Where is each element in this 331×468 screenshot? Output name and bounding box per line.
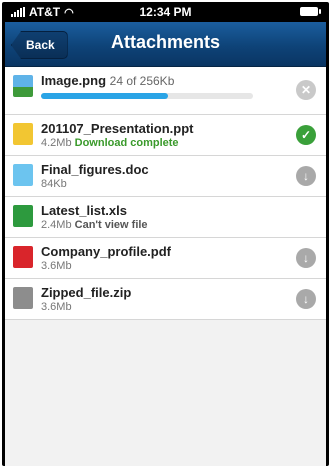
file-name: Image.png	[41, 73, 107, 88]
list-item[interactable]: Image.png 24 of 256Kb ✕	[5, 67, 326, 115]
zip-file-icon	[13, 287, 33, 309]
status-text: Download complete	[74, 137, 179, 149]
download-icon[interactable]: ↓	[296, 166, 316, 186]
battery-icon	[300, 7, 321, 16]
cancel-icon[interactable]: ✕	[296, 80, 316, 100]
file-name: Latest_list.xls	[41, 203, 127, 218]
pdf-file-icon	[13, 246, 33, 268]
download-progress-text: 24 of 256Kb	[109, 74, 175, 88]
checkmark-icon: ✓	[296, 125, 316, 145]
list-item[interactable]: Zipped_file.zip 3.6Mb ↓	[5, 279, 326, 320]
status-bar: AT&T ◠ 12:34 PM	[5, 2, 326, 22]
download-icon[interactable]: ↓	[296, 248, 316, 268]
navigation-bar: Back Attachments	[5, 22, 326, 67]
image-file-icon	[13, 75, 33, 97]
page-title: Attachments	[110, 32, 221, 52]
list-item[interactable]: Latest_list.xls 2.4Mb Can't view file	[5, 197, 326, 238]
phone-frame: AT&T ◠ 12:34 PM Back Attachments Image.p…	[2, 2, 329, 466]
file-size: 84Kb	[41, 178, 67, 190]
file-size: 4.2Mb	[41, 137, 72, 149]
file-name: Zipped_file.zip	[41, 285, 132, 300]
screen: AT&T ◠ 12:34 PM Back Attachments Image.p…	[5, 2, 326, 466]
status-text: Can't view file	[74, 219, 148, 231]
xls-file-icon	[13, 205, 33, 227]
download-icon[interactable]: ↓	[296, 289, 316, 309]
progress-fill	[41, 93, 169, 99]
file-name: Final_figures.doc	[41, 162, 149, 177]
list-item[interactable]: Company_profile.pdf 3.6Mb ↓	[5, 238, 326, 279]
ppt-file-icon	[13, 123, 33, 145]
file-size: 2.4Mb	[41, 219, 72, 231]
list-item[interactable]: Final_figures.doc 84Kb ↓	[5, 156, 326, 197]
file-name: 201107_Presentation.ppt	[41, 121, 194, 136]
file-name: Company_profile.pdf	[41, 244, 172, 259]
progress-bar	[41, 93, 253, 99]
file-size: 3.6Mb	[41, 260, 72, 272]
file-size: 3.6Mb	[41, 301, 72, 313]
attachments-list: Image.png 24 of 256Kb ✕ 201107_Presentat…	[5, 67, 326, 466]
doc-file-icon	[13, 164, 33, 186]
status-time: 12:34 PM	[139, 5, 192, 19]
list-item[interactable]: 201107_Presentation.ppt 4.2Mb Download c…	[5, 115, 326, 156]
